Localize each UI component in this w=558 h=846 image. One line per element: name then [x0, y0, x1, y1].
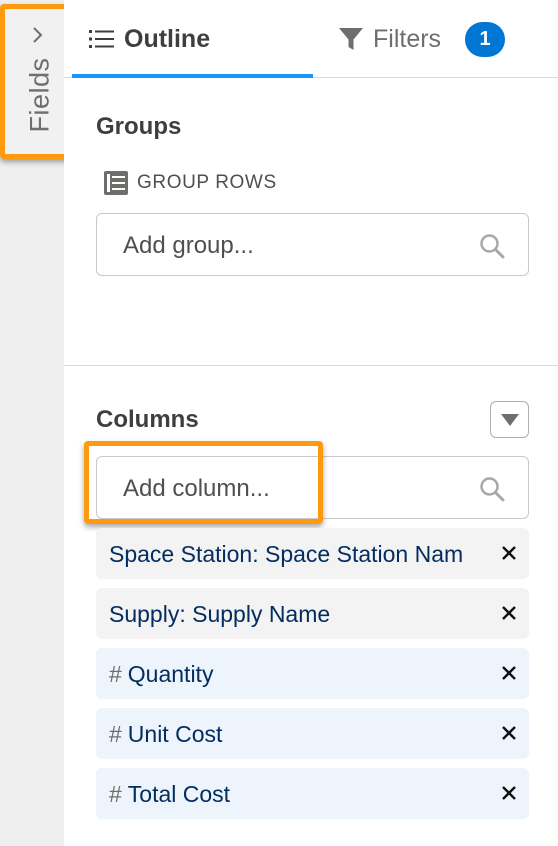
column-item[interactable]: # Total Cost — [96, 768, 529, 819]
chevron-down-icon — [501, 414, 519, 426]
add-group-input[interactable]: Add group... — [96, 213, 529, 276]
add-column-input[interactable]: Add column... — [96, 456, 529, 519]
column-name: # Unit Cost — [109, 721, 223, 747]
columns-heading: Columns — [96, 406, 199, 433]
tab-filters-label: Filters — [373, 25, 442, 53]
groups-heading: Groups — [96, 113, 182, 140]
add-group-placeholder: Add group... — [123, 232, 254, 259]
outline-panel: Outline Filters 1 Groups GROUP ROWS Add … — [64, 0, 558, 846]
filters-count-badge: 1 — [465, 22, 505, 57]
column-name: Supply: Supply Name — [109, 601, 331, 627]
close-icon[interactable] — [501, 785, 517, 801]
column-item[interactable]: Supply: Supply Name — [96, 588, 529, 639]
columns-menu-button[interactable] — [490, 401, 529, 438]
group-rows-label: GROUP ROWS — [137, 172, 277, 193]
column-name: Space Station: Space Station Nam — [109, 541, 464, 567]
fields-label: Fields — [24, 57, 55, 133]
close-icon[interactable] — [501, 545, 517, 561]
column-name: # Total Cost — [109, 781, 231, 807]
column-item[interactable]: Space Station: Space Station Nam — [96, 528, 529, 579]
table-rows-icon — [104, 171, 128, 195]
column-name: # Quantity — [109, 661, 214, 687]
tab-outline-label: Outline — [124, 25, 211, 53]
number-type-icon: # — [109, 661, 122, 687]
close-icon[interactable] — [501, 725, 517, 741]
chevron-right-icon — [33, 27, 43, 43]
tab-outline[interactable]: Outline — [72, 0, 313, 78]
close-icon[interactable] — [501, 605, 517, 621]
search-icon — [480, 477, 505, 502]
fields-panel-toggle[interactable]: Fields — [0, 4, 71, 159]
search-icon — [480, 234, 505, 259]
column-item[interactable]: # Unit Cost — [96, 708, 529, 759]
filter-icon — [339, 28, 363, 50]
close-icon[interactable] — [501, 665, 517, 681]
number-type-icon: # — [109, 721, 122, 747]
add-column-placeholder: Add column... — [123, 475, 270, 502]
tab-filters[interactable]: Filters 1 — [332, 0, 558, 78]
list-icon — [89, 30, 114, 48]
column-item[interactable]: # Quantity — [96, 648, 529, 699]
tab-bar: Outline Filters 1 — [64, 0, 558, 78]
section-divider — [64, 365, 558, 366]
number-type-icon: # — [109, 781, 122, 807]
